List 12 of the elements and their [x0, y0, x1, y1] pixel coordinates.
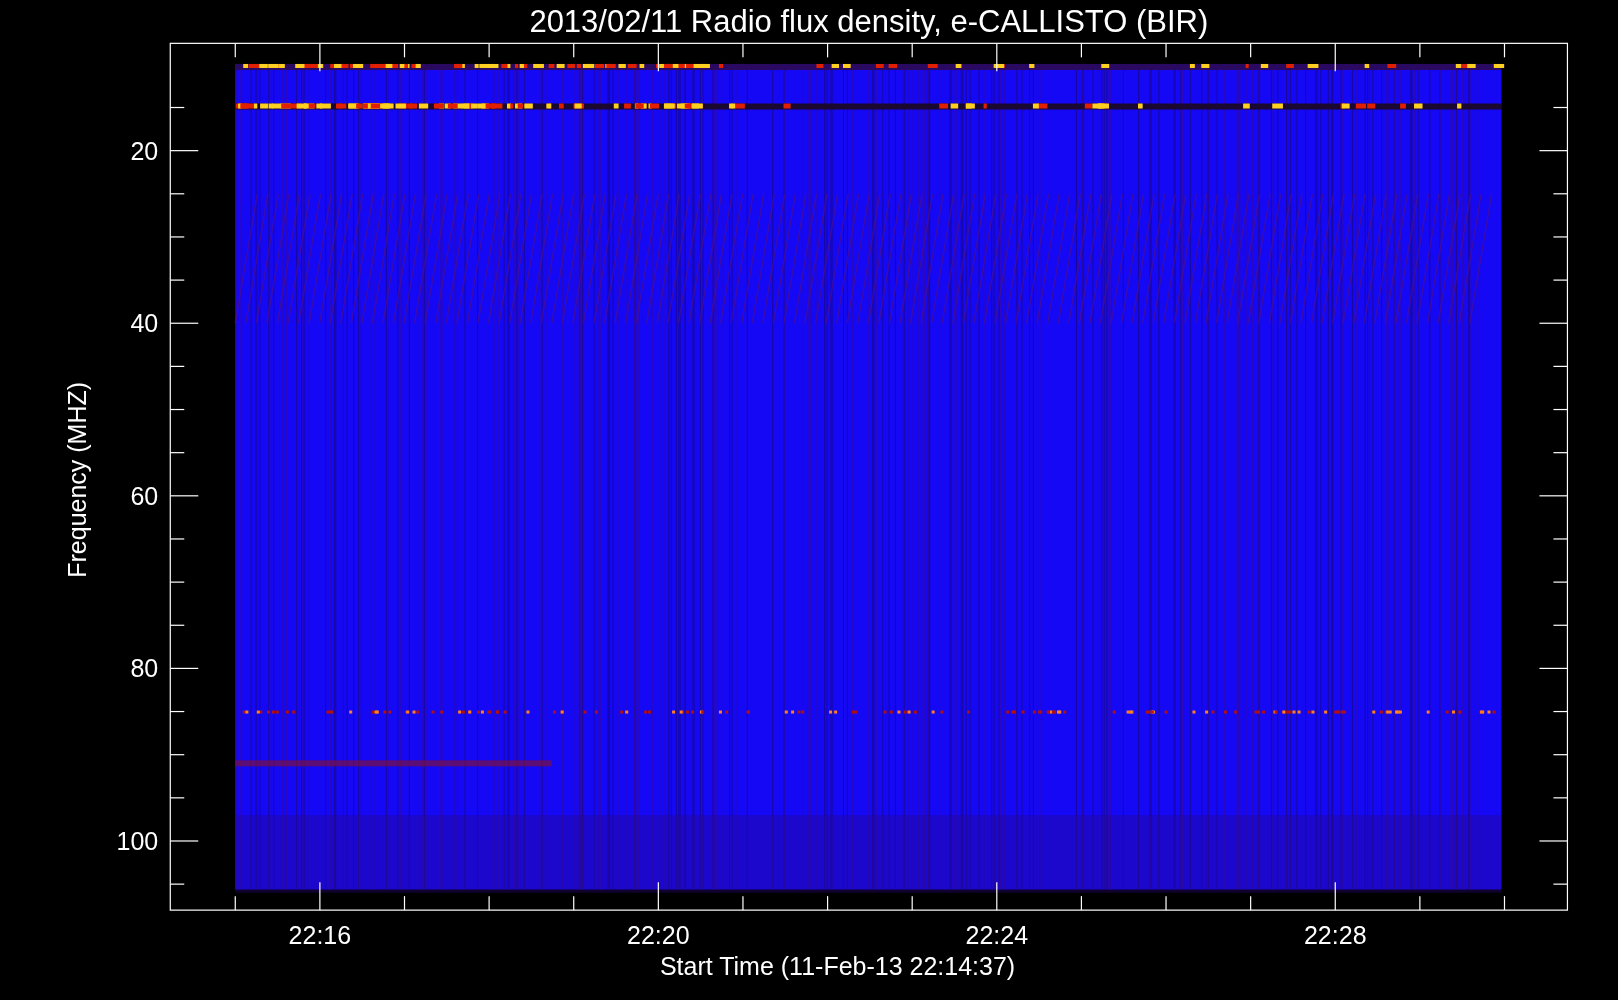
x-axis-label: Start Time (11-Feb-13 22:14:37)	[659, 952, 1016, 980]
y-tick-label: 80	[130, 654, 159, 683]
x-tick-label: 22:20	[627, 921, 690, 949]
y-tick-label: 20	[130, 136, 159, 165]
x-tick-label: 22:24	[965, 921, 1029, 949]
chart-title: 2013/02/11 Radio flux density, e-CALLISTO (BIR)	[529, 4, 1209, 39]
y-tick-label: 60	[130, 481, 159, 510]
y-axis-label: Frequency (MHZ)	[63, 381, 91, 578]
x-tick-label: 22:16	[288, 921, 352, 949]
x-tick-label: 22:28	[1304, 921, 1367, 949]
y-tick-label: 40	[130, 309, 159, 338]
y-tick-label: 100	[116, 827, 159, 855]
